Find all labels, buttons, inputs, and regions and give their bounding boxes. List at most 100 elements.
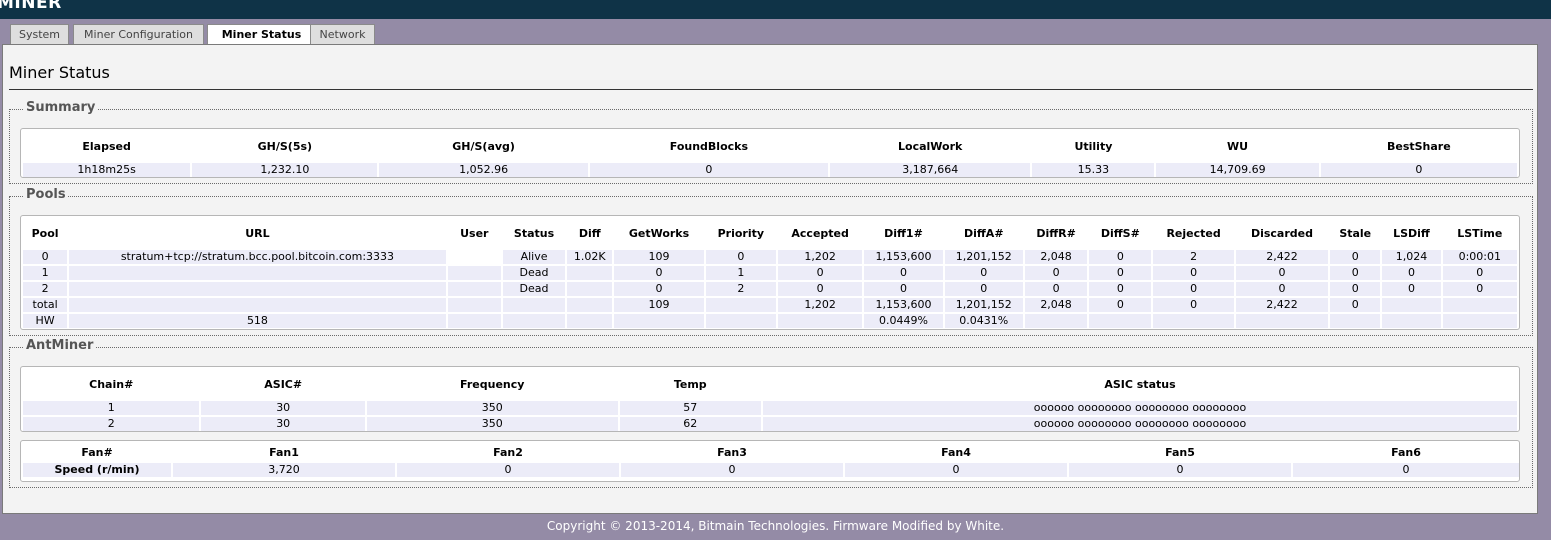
- chain-cell: 57: [619, 401, 761, 415]
- pool-cell: total: [23, 298, 68, 312]
- pool-cell: [705, 298, 776, 312]
- antminer-legend: AntMiner: [24, 338, 96, 353]
- chain-table-box: Chain# ASIC# Frequency Temp ASIC status 1 30 3…: [20, 366, 1520, 432]
- top-bar: MINER: [0, 0, 1551, 19]
- pools-header-user: User: [460, 226, 489, 240]
- summary-cell: 14,709.69: [1156, 163, 1319, 177]
- fan-header-fan2: Fan2: [493, 445, 523, 459]
- summary-cell: 15.33: [1032, 163, 1155, 177]
- fan-cell: 0: [845, 463, 1067, 477]
- summary-header-gh-s-5s: GH/S(5s): [257, 139, 313, 153]
- pool-cell: [1235, 314, 1329, 328]
- page-title: Miner Status: [9, 63, 110, 82]
- pool-cell: 2,048: [1024, 250, 1088, 264]
- pool-cell: 1,201,152: [944, 298, 1023, 312]
- pool-cell: 0: [1024, 282, 1088, 296]
- pool-cell: 0.0449%: [864, 314, 943, 328]
- pool-cell: [705, 314, 776, 328]
- pool-cell: 2: [23, 282, 68, 296]
- summary-legend: Summary: [24, 100, 98, 115]
- pool-cell: 0: [614, 282, 704, 296]
- pool-cell: 0: [1235, 266, 1329, 280]
- summary-header-gh-s-avg: GH/S(avg): [452, 139, 515, 153]
- chain-header-asic: ASIC#: [264, 377, 303, 391]
- pools-header-diffs: DiffS#: [1100, 226, 1140, 240]
- pool-cell: 0: [705, 250, 776, 264]
- pool-cell: [777, 314, 863, 328]
- pool-cell: 0: [1382, 282, 1441, 296]
- pools-header-pool: Pool: [31, 226, 59, 240]
- pool-cell: [567, 266, 613, 280]
- pool-cell: 1,024: [1382, 250, 1441, 264]
- pool-cell: 0: [1442, 282, 1517, 296]
- title-divider: [9, 89, 1533, 90]
- pools-section: Pools Pool URL User Status Diff GetWorks Prior…: [9, 187, 1533, 336]
- chain-header-row: Chain# ASIC# Frequency Temp ASIC status: [23, 369, 1517, 399]
- pools-header-status: Status: [513, 226, 555, 240]
- pool-cell: 1,153,600: [864, 250, 943, 264]
- pool-cell: 0: [1153, 282, 1234, 296]
- pool-cell: [567, 298, 613, 312]
- pool-cell: Dead: [502, 266, 566, 280]
- pool-cell: [1330, 314, 1381, 328]
- pools-header-rejected: Rejected: [1166, 226, 1221, 240]
- pool-row: 2 Dead 0 2 0 0 0 0 0 0 0 0 0 0: [23, 282, 1517, 296]
- pool-cell: [1382, 298, 1441, 312]
- fan-header-fan1: Fan1: [269, 445, 299, 459]
- pool-cell: 0: [1024, 266, 1088, 280]
- pool-cell: 2: [1153, 250, 1234, 264]
- pools-header-discarded: Discarded: [1250, 226, 1313, 240]
- tab-miner-status[interactable]: Miner Status: [207, 24, 316, 46]
- pool-cell: 0.0431%: [944, 314, 1023, 328]
- summary-header-utility: Utility: [1074, 139, 1113, 153]
- pool-cell: 2,422: [1235, 298, 1329, 312]
- pool-cell: [567, 314, 613, 328]
- pool-cell: 518: [69, 314, 446, 328]
- pool-cell: 0: [1089, 250, 1152, 264]
- pool-cell: 0: [777, 266, 863, 280]
- summary-cell: 1,232.10: [192, 163, 378, 177]
- fan-header-fan3: Fan3: [717, 445, 747, 459]
- pool-row: HW 518 0.0449% 0.0431%: [23, 314, 1517, 328]
- pool-cell: [69, 298, 446, 312]
- pools-header-diff: Diff: [578, 226, 601, 240]
- fan-header-fan4: Fan4: [941, 445, 971, 459]
- chain-header-frequency: Frequency: [460, 377, 525, 391]
- tab-miner-configuration[interactable]: Miner Configuration: [73, 24, 204, 45]
- footer-copyright: Copyright © 2013-2014, Bitmain Technolog…: [546, 519, 1005, 533]
- pool-cell: 0: [944, 266, 1023, 280]
- pool-cell: [447, 282, 501, 296]
- pool-cell: [502, 314, 566, 328]
- pool-cell: 0: [614, 266, 704, 280]
- fan-cell: 3,720: [173, 463, 395, 477]
- summary-header-foundblocks: FoundBlocks: [669, 139, 749, 153]
- content-panel: Miner Status Summary Elapsed GH/S(5s) GH/S…: [2, 44, 1538, 514]
- pool-cell: 0: [1089, 282, 1152, 296]
- pool-row: 0 stratum+tcp://stratum.bcc.pool.bitcoin.…: [23, 250, 1517, 264]
- fan-cell: 0: [621, 463, 843, 477]
- pool-cell: [69, 266, 446, 280]
- tab-network[interactable]: Network: [310, 24, 375, 45]
- pools-header-lsdiff: LSDiff: [1393, 226, 1430, 240]
- pools-header-diffr: DiffR#: [1036, 226, 1076, 240]
- summary-cell: 0: [589, 163, 829, 177]
- pool-cell: [1024, 314, 1088, 328]
- pools-header-diffa: DiffA#: [964, 226, 1004, 240]
- pool-row: total 109 1,202 1,153,600 1,201,152 2,048 0 0 2,…: [23, 298, 1517, 312]
- pool-cell: [502, 298, 566, 312]
- pool-cell: stratum+tcp://stratum.bcc.pool.bitcoin.c…: [69, 250, 446, 264]
- chain-header-temp: Temp: [673, 377, 707, 391]
- pools-legend: Pools: [24, 187, 68, 202]
- pool-cell: 0: [1235, 282, 1329, 296]
- summary-cell: 1h18m25s: [23, 163, 191, 177]
- pool-cell: 1: [23, 266, 68, 280]
- pool-cell: [1089, 314, 1152, 328]
- fan-table-box: Fan# Fan1 Fan2 Fan3 Fan4 Fan5 Fan6 Speed (r/mi…: [20, 440, 1520, 482]
- pools-header-diff1: Diff1#: [884, 226, 923, 240]
- pools-table: Pool URL User Status Diff GetWorks Priority Acc…: [21, 216, 1519, 330]
- pool-cell: [567, 282, 613, 296]
- pool-cell: [1382, 314, 1441, 328]
- summary-header-elapsed: Elapsed: [82, 139, 131, 153]
- tab-system[interactable]: System: [10, 24, 69, 45]
- chain-cell: 62: [619, 417, 761, 431]
